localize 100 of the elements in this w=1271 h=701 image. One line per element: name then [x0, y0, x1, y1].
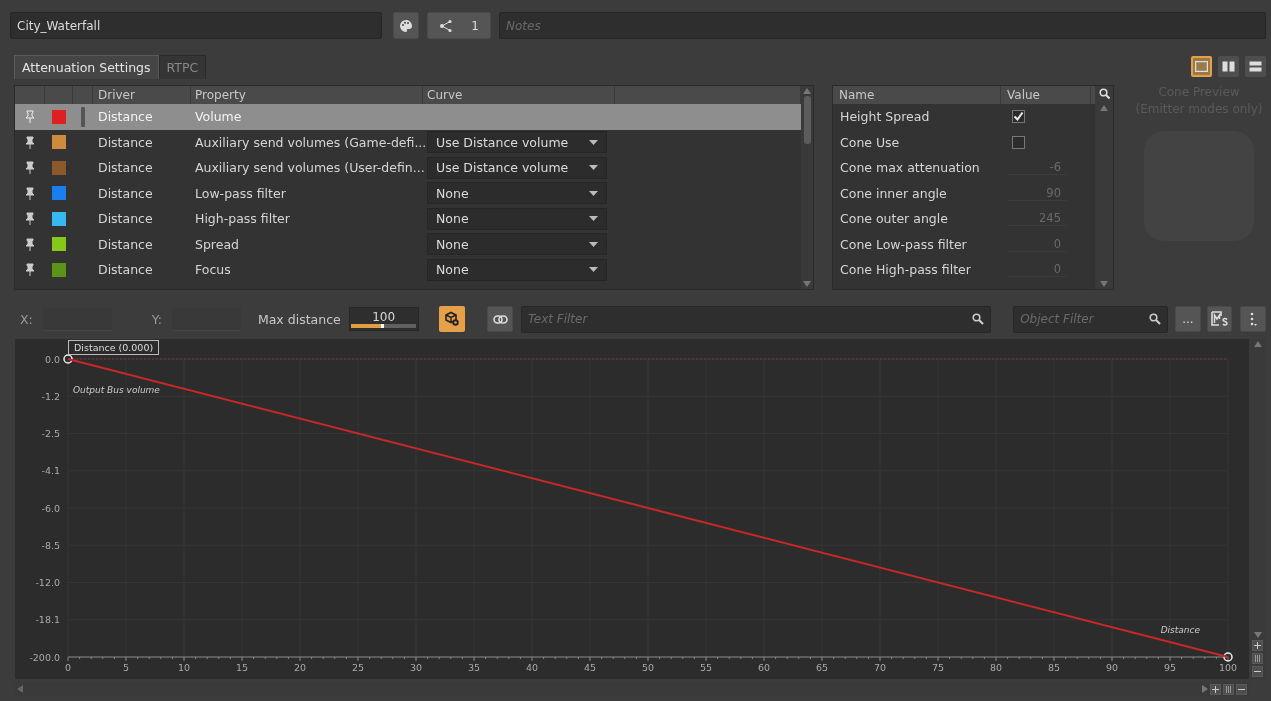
max-distance-field[interactable]: 100: [348, 307, 419, 331]
color-swatch[interactable]: [52, 237, 66, 252]
two-row-icon[interactable]: [1245, 56, 1266, 77]
axis-label: -12.0: [35, 577, 60, 588]
curve-point[interactable]: [63, 354, 73, 364]
axis-label: -4.1: [41, 465, 60, 477]
scroll-up-icon[interactable]: [1253, 341, 1262, 347]
link-icon[interactable]: [487, 306, 513, 332]
max-distance-label: Max distance: [257, 311, 341, 327]
curve-label: Output Bus volume: [73, 385, 160, 395]
row-handle: [81, 106, 85, 127]
table-cell: Distance: [98, 109, 153, 125]
axis-label: 25: [351, 662, 365, 673]
axis-label: -1.2: [41, 390, 60, 402]
column-header[interactable]: Value: [1001, 86, 1091, 104]
curve-dropdown[interactable]: Use Distance volume: [427, 131, 607, 154]
share-button[interactable]: 1: [427, 12, 491, 39]
property-name: Height Spread: [840, 109, 930, 125]
scrollbar-thumb[interactable]: [803, 96, 811, 144]
single-pane-icon[interactable]: [1191, 56, 1212, 77]
property-name: Cone High-pass filter: [840, 262, 971, 278]
palette-icon[interactable]: [393, 12, 419, 39]
curve-dropdown[interactable]: None: [427, 207, 607, 230]
scroll-right-icon[interactable]: [1202, 685, 1208, 693]
zoom-out-icon[interactable]: [1252, 666, 1263, 677]
curve-dropdown[interactable]: None: [427, 233, 607, 256]
axis-label: 45: [583, 662, 597, 673]
fit-icon[interactable]: [1252, 653, 1263, 664]
checkbox[interactable]: [1012, 135, 1025, 149]
pin-icon[interactable]: [25, 237, 35, 251]
zoom-out-icon[interactable]: [1236, 683, 1247, 695]
axis-label: 35: [467, 662, 481, 673]
caret-icon: [589, 190, 598, 196]
axis-label: 30: [409, 662, 423, 673]
color-swatch[interactable]: [52, 211, 66, 226]
column-header[interactable]: Name: [833, 86, 1001, 104]
table-cell: Volume: [195, 109, 242, 125]
scroll-down-icon[interactable]: [1100, 281, 1108, 287]
table-cell: Distance: [98, 262, 153, 278]
search-icon: [972, 313, 985, 325]
color-swatch[interactable]: [52, 186, 66, 201]
table-cell: Distance: [98, 134, 153, 150]
curve-dropdown[interactable]: Use Distance volume: [427, 156, 607, 179]
axis-label: 65: [815, 662, 829, 673]
slider-fill[interactable]: [351, 324, 384, 328]
two-column-icon[interactable]: [1218, 56, 1239, 77]
axis-label: -200.0: [29, 651, 60, 663]
pin-icon[interactable]: [25, 161, 35, 175]
color-swatch[interactable]: [52, 135, 66, 150]
tab[interactable]: RTPC: [158, 55, 207, 79]
fit-icon[interactable]: [1223, 683, 1234, 695]
table-cell: High-pass filter: [195, 211, 290, 227]
color-swatch[interactable]: [52, 109, 66, 124]
more-button[interactable]: ...: [1175, 306, 1201, 332]
axis-label: 100: [1218, 662, 1238, 673]
axis-label: -6.0: [41, 502, 60, 514]
point-label: Distance: [1160, 625, 1200, 635]
pin-icon[interactable]: [25, 263, 35, 277]
property-name: Cone outer angle: [840, 211, 948, 227]
scroll-up-icon[interactable]: [803, 88, 811, 94]
scroll-down-icon[interactable]: [803, 281, 811, 287]
x-label: X:: [20, 311, 33, 327]
curve-graph[interactable]: 0 5 10 15 20 25 30 35 40 45 50 55 60 65 70 75 80 85 90 95 100 0.0 -200.0 -1.2 -2.5 -4.1 -6.0 -8.5 -12.0 -18.1 Output Bus volume Distance Distance (0.000): [15, 339, 1249, 679]
zoom-in-icon[interactable]: [1210, 683, 1221, 695]
curve-point[interactable]: [1223, 652, 1233, 662]
cube-icon[interactable]: [438, 306, 466, 332]
axis-label: 70: [873, 662, 887, 673]
slider-track[interactable]: [351, 324, 417, 328]
point-tooltip: Distance (0.000): [68, 340, 160, 355]
scrollbar[interactable]: [801, 86, 813, 289]
caret-icon: [589, 139, 598, 145]
table-cell: Distance: [98, 160, 153, 176]
caret-icon: [589, 165, 598, 171]
object-name-field[interactable]: City_Waterfall: [10, 12, 382, 39]
axis-label: 5: [123, 662, 129, 673]
axis-label: 60: [757, 662, 771, 673]
tab[interactable]: Attenuation Settings: [14, 55, 159, 79]
axis-label: 20: [293, 662, 307, 673]
property-name: Cone inner angle: [840, 185, 947, 201]
table-cell: Distance: [98, 211, 153, 227]
pin-icon[interactable]: [25, 212, 35, 226]
scroll-down-icon[interactable]: [1253, 632, 1262, 638]
axis-label: 0.0: [44, 353, 60, 365]
pin-icon[interactable]: [25, 186, 35, 200]
scroll-up-icon[interactable]: [1100, 105, 1108, 111]
search-icon[interactable]: [1098, 88, 1110, 99]
pin-icon[interactable]: [25, 135, 35, 149]
curve-dropdown[interactable]: None: [427, 258, 607, 281]
axis-label: 50: [641, 662, 655, 673]
axis-label: 85: [1047, 662, 1061, 673]
kebab-menu-icon[interactable]: [1240, 306, 1266, 332]
search-icon: [1149, 313, 1162, 325]
color-swatch[interactable]: [52, 160, 66, 175]
property-name: Cone Low-pass filter: [840, 236, 967, 252]
checkbox[interactable]: [1012, 110, 1025, 124]
curve-dropdown[interactable]: None: [427, 182, 607, 205]
zoom-in-icon[interactable]: [1252, 640, 1263, 651]
axis-label: -18.1: [35, 614, 60, 626]
color-swatch[interactable]: [52, 262, 66, 277]
script-icon[interactable]: [1206, 306, 1233, 332]
